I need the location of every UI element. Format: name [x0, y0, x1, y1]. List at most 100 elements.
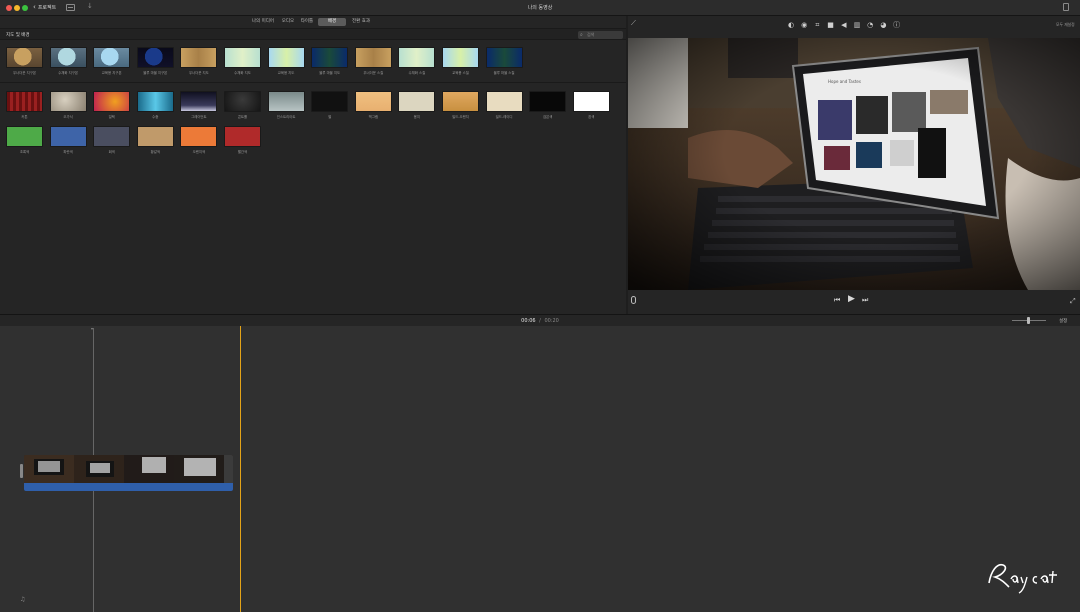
background-thumbnail[interactable]: 용지	[398, 91, 436, 119]
background-thumbnail[interactable]: 백그램	[354, 91, 392, 119]
raycat-logo	[988, 563, 1057, 594]
map-thumbnail-label: 수채화 스칠	[408, 71, 426, 75]
map-thumbnail-label: 블루 마블 지구본	[143, 71, 168, 75]
background-thumbnail[interactable]: 초록색	[6, 126, 43, 154]
zoom-slider-knob[interactable]	[1027, 317, 1030, 324]
search-input[interactable]: ⌕ 검색	[578, 31, 623, 39]
background-thumbnail-label: 빌드-오렌지	[452, 115, 469, 119]
background-thumbnail[interactable]: 파란색	[49, 126, 87, 154]
background-thumbnail[interactable]: 인스트리아트	[267, 91, 305, 119]
map-thumbnail[interactable]: 블루 마블 지구본	[136, 47, 174, 75]
background-thumbnail-image	[224, 91, 261, 112]
background-thumbnail[interactable]: 빌드-레이디	[485, 91, 523, 119]
map-thumbnail[interactable]: 수채화 지구본	[49, 47, 87, 75]
background-thumbnail[interactable]: 오렌지색	[180, 126, 218, 154]
tab-backgrounds[interactable]: 배경	[318, 18, 346, 26]
browser-tab-bar: 나의 미디어 오디오 타이틀 배경 전환 효과	[0, 16, 626, 28]
map-thumbnail[interactable]: 교육용 지도	[267, 47, 305, 75]
volume-icon[interactable]: ◀	[839, 20, 849, 30]
background-thumbnail[interactable]: 황갈색	[136, 126, 174, 154]
search-placeholder: 검색	[587, 32, 595, 37]
map-thumbnail-label: 교육용 지도	[277, 71, 295, 75]
clip-trim-handle[interactable]	[20, 464, 23, 478]
map-thumbnail[interactable]: 우너더운 스칠	[354, 47, 392, 75]
clip-filter-icon[interactable]: ◕	[878, 20, 888, 30]
stabilization-icon[interactable]: ■	[826, 20, 836, 30]
settings-button[interactable]: 설정	[1059, 318, 1067, 324]
video-preview[interactable]: Hope and Tastes	[628, 38, 1080, 290]
background-thumbnail[interactable]: 수중	[136, 91, 174, 119]
crop-icon[interactable]: ⌗	[812, 20, 822, 30]
playback-controls: ⏮ ▶ ⏭ ⤢	[628, 292, 1080, 314]
color-correction-icon[interactable]: ◉	[799, 20, 809, 30]
imovie-window: ‹ 프로젝트 ↓ 나의 동영상 나의 미디어 오디오 타이틀 배경 전환 효과 지…	[0, 0, 1080, 612]
background-thumbnail-image	[180, 91, 218, 112]
map-thumbnail[interactable]: 블루 마블 지도	[311, 47, 349, 75]
tab-transitions[interactable]: 전환 효과	[348, 18, 374, 26]
window-title: 나의 동영상	[527, 5, 553, 11]
map-thumbnail[interactable]: 수채화 스칠	[398, 47, 436, 75]
background-thumbnail[interactable]: 회색	[93, 126, 131, 154]
noise-reduction-icon[interactable]: ▥	[852, 20, 862, 30]
background-thumbnail-label: 오렌지색	[192, 150, 206, 154]
total-time: 00:20	[544, 318, 559, 324]
reset-all-button[interactable]: 모두 재설정	[1056, 22, 1075, 28]
background-thumbnail-label: 별	[328, 115, 332, 119]
background-thumbnail-image	[6, 126, 43, 147]
info-icon[interactable]: ⓘ	[892, 20, 902, 30]
fullscreen-icon[interactable]: ⤢	[1070, 297, 1076, 306]
background-thumbnail[interactable]: 일렉	[93, 91, 131, 119]
background-thumbnail[interactable]: 검은색	[529, 91, 567, 119]
background-thumbnail[interactable]: 콘트롤	[224, 91, 261, 119]
tab-titles[interactable]: 타이틀	[298, 18, 316, 26]
background-thumbnail-image	[136, 126, 174, 147]
map-thumbnail[interactable]: 블루 마블 스칠	[485, 47, 523, 75]
background-thumbnail-label: 콘트롤	[237, 115, 248, 119]
raycat-watermark	[985, 553, 1075, 599]
import-arrow-icon[interactable]: ↓	[87, 2, 93, 10]
map-thumbnail-image	[93, 47, 131, 68]
background-thumbnail[interactable]: 그레이언트	[180, 91, 218, 119]
skip-back-icon[interactable]: ⏮	[834, 296, 840, 305]
play-icon[interactable]: ▶	[848, 294, 855, 304]
background-thumbnail[interactable]: 빌드-오렌지	[442, 91, 479, 119]
tab-audio[interactable]: 오디오	[279, 18, 297, 26]
map-thumbnail[interactable]: 수채화 지도	[224, 47, 261, 75]
background-thumbnail[interactable]: 별	[311, 91, 349, 119]
library-view-icon[interactable]	[66, 4, 75, 11]
maximize-window-button[interactable]	[22, 5, 28, 11]
back-to-projects-button[interactable]: ‹ 프로젝트	[33, 3, 56, 11]
map-thumbnail[interactable]: 우너더운 지도	[180, 47, 218, 75]
close-window-button[interactable]	[6, 5, 12, 11]
map-thumbnail-image	[354, 47, 392, 68]
map-thumbnail[interactable]: 교육용 스칠	[442, 47, 479, 75]
tab-my-media[interactable]: 나의 미디어	[248, 18, 278, 26]
speed-icon[interactable]: ◔	[865, 20, 875, 30]
background-thumbnail-label: 커튼	[21, 115, 28, 119]
map-thumbnail[interactable]: 교육용 지구본	[93, 47, 131, 75]
map-thumbnail[interactable]: 우너더운 지구본	[6, 47, 43, 75]
background-thumbnail[interactable]: 오가닉	[49, 91, 87, 119]
section-header: 지도 및 배경 ⌕ 검색	[0, 28, 626, 40]
color-balance-icon[interactable]: ◐	[786, 20, 796, 30]
share-icon[interactable]	[1063, 3, 1069, 11]
background-thumbnail-image	[485, 91, 523, 112]
background-thumbnail-label: 회색	[108, 150, 115, 154]
background-thumbnail[interactable]: 빨간색	[224, 126, 261, 154]
map-thumbnail-label: 우너더운 지도	[188, 71, 209, 75]
map-thumbnail-label: 수채화 지구본	[58, 71, 78, 75]
minimize-window-button[interactable]	[14, 5, 20, 11]
microphone-icon[interactable]	[631, 296, 636, 304]
playhead[interactable]	[240, 326, 241, 612]
skip-forward-icon[interactable]: ⏭	[862, 296, 868, 305]
video-clip[interactable]	[24, 455, 233, 491]
waveform	[24, 490, 233, 491]
magic-wand-icon[interactable]: ⟋	[631, 19, 636, 28]
background-thumbnail[interactable]: 커튼	[6, 91, 43, 119]
map-thumbnail-image	[311, 47, 349, 68]
map-thumbnail-image	[136, 47, 174, 68]
viewer-panel: ⟋ ◐ ◉ ⌗ ■ ◀ ▥ ◔ ◕ ⓘ 모두 재설정 ⏮ ▶ ⏭ ⤢	[628, 16, 1080, 314]
background-thumbnail-label: 흰색	[588, 115, 595, 119]
background-thumbnail[interactable]: 흰색	[572, 91, 610, 119]
timeline[interactable]: ▾ ♫	[0, 326, 1080, 612]
